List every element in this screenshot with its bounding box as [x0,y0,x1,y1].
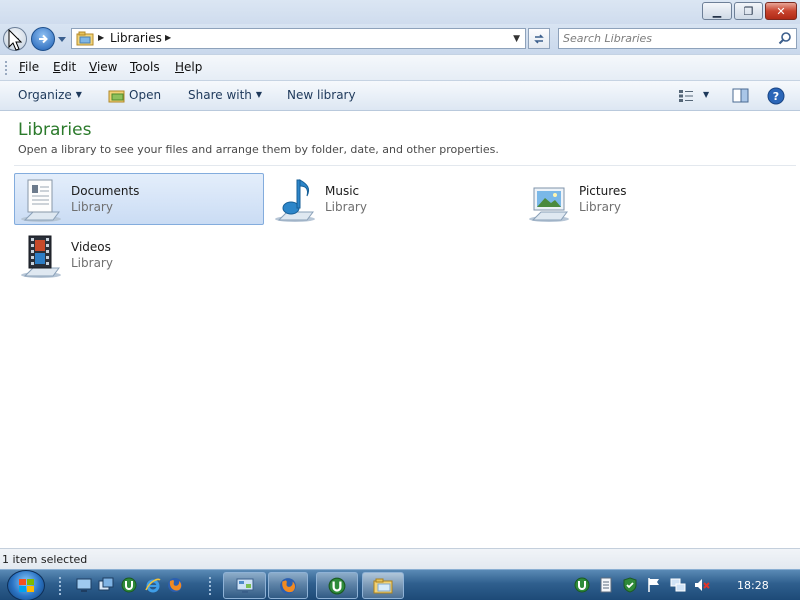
videos-library-icon [21,235,61,278]
menu-file[interactable]: File [19,60,39,74]
title-bar: ▁ ❐ ✕ [0,0,800,24]
recent-pages-dropdown-icon[interactable] [57,34,67,44]
new-library-button[interactable]: New library [287,88,356,102]
forward-button[interactable] [31,27,55,51]
windows-explorer-icon [373,578,393,593]
documents-library-icon [21,179,61,222]
svg-text:?: ? [773,90,779,103]
network-icon[interactable] [670,577,686,593]
page-description: Open a library to see your files and arr… [18,143,499,156]
action-center-flag-icon[interactable] [646,577,662,593]
menu-help[interactable]: Help [175,60,202,74]
firefox-icon [280,577,296,594]
minimize-button[interactable]: ▁ [702,2,732,20]
menu-bar: File Edit View Tools Help [0,54,800,81]
library-videos[interactable]: Videos Library [14,229,264,281]
clock[interactable]: 18:28 [737,579,769,592]
address-row: ▶ Libraries ▶ ▼ [0,24,800,54]
library-name: Videos [71,240,111,254]
forward-arrow-icon [39,34,48,44]
help-icon[interactable]: ? [767,87,785,105]
refresh-button[interactable] [528,28,550,49]
search-box[interactable] [558,28,797,49]
library-type: Library [579,200,621,214]
library-type: Library [71,256,113,270]
switch-windows-icon[interactable] [98,577,114,593]
status-bar: 1 item selected [0,548,800,569]
share-with-label: Share with [188,88,252,102]
menu-tools[interactable]: Tools [130,60,160,74]
library-name: Documents [71,184,140,198]
library-documents[interactable]: Documents Library [14,173,264,225]
mouse-cursor-icon [8,29,22,51]
share-with-button[interactable]: Share with ▼ [188,88,262,102]
status-text: 1 item selected [2,553,88,566]
address-bar[interactable]: ▶ Libraries ▶ ▼ [71,28,526,49]
system-tray: 18:28 [566,570,800,600]
preview-pane-icon[interactable] [732,88,749,103]
close-button[interactable]: ✕ [765,2,797,20]
menu-grip [5,61,7,75]
pictures-library-icon [529,187,569,222]
chevron-down-icon: ▼ [255,90,263,99]
utorrent-icon [328,577,346,594]
taskbar-grip [209,577,211,595]
security-shield-icon[interactable] [622,577,638,593]
divider [14,165,796,166]
taskbar-button-windows-explorer[interactable] [362,572,404,599]
taskbar: 18:28 [0,569,800,600]
content-pane: Libraries Open a library to see your fil… [0,111,800,548]
library-pictures[interactable]: Pictures Library [522,173,772,225]
open-button[interactable]: Open [129,88,161,102]
taskbar-button-control-panel[interactable] [223,572,266,599]
library-type: Library [71,200,113,214]
minimize-icon: ▁ [712,4,722,18]
chevron-down-icon: ▼ [75,90,82,99]
command-bar: Organize ▼ Open Share with ▼ New library ▼… [0,81,800,111]
search-input[interactable] [563,31,763,46]
organize-button[interactable]: Organize ▼ [18,88,82,102]
utorrent-icon[interactable] [574,577,590,593]
page-title: Libraries [18,120,92,140]
change-view-icon[interactable] [678,89,694,103]
document-icon[interactable] [598,577,614,593]
organize-label: Organize [18,88,72,102]
taskbar-grip [59,577,61,595]
library-music[interactable]: Music Library [268,173,518,225]
restore-icon: ❐ [743,4,754,18]
search-icon[interactable] [778,31,792,45]
refresh-icon [534,33,544,44]
control-panel-icon [236,578,253,593]
internet-explorer-icon[interactable] [145,577,161,593]
library-name: Pictures [579,184,627,198]
breadcrumb-separator-icon[interactable]: ▶ [98,33,104,42]
music-library-icon [275,179,315,222]
windows-logo-icon [19,579,34,592]
open-folder-icon [108,90,125,103]
close-icon: ✕ [776,4,786,18]
menu-edit[interactable]: Edit [53,60,76,74]
volume-muted-icon[interactable] [694,577,710,593]
address-dropdown-icon[interactable]: ▼ [513,34,520,44]
breadcrumb-separator-icon[interactable]: ▶ [165,33,171,42]
firefox-icon[interactable] [167,577,183,593]
start-button[interactable] [7,570,45,600]
libraries-icon [76,31,94,46]
menu-view[interactable]: View [89,60,117,74]
utorrent-icon[interactable] [121,577,137,593]
library-type: Library [325,200,367,214]
view-options-dropdown-icon[interactable]: ▼ [703,90,709,99]
breadcrumb-libraries[interactable]: Libraries [110,31,162,45]
show-desktop-icon[interactable] [76,577,92,593]
maximize-button[interactable]: ❐ [734,2,763,20]
taskbar-button-firefox[interactable] [268,572,308,599]
taskbar-button-utorrent[interactable] [316,572,358,599]
library-name: Music [325,184,360,198]
